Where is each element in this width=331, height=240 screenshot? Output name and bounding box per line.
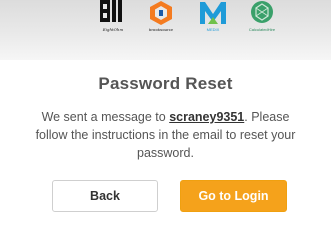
medix-logo: MEDIX — [196, 0, 230, 36]
page-title: Password Reset — [98, 74, 233, 93]
reset-message: We sent a message to scraney9351. Please… — [30, 108, 301, 162]
calculated-hire-logo: CalculatedHire — [244, 0, 280, 36]
medix-caption: MEDIX — [206, 27, 220, 32]
eight-bit-logo: EightOhm — [98, 0, 128, 36]
brooksource-logo-mark — [150, 1, 172, 25]
partner-logo-bar: EightOhm brooksource MEDIX CalculatedHir… — [0, 0, 331, 60]
go-to-login-button-label: Go to Login — [198, 189, 269, 203]
calculated-hire-logo-mark — [251, 1, 273, 23]
eight-bit-logo-mark — [100, 0, 122, 22]
username-link[interactable]: scraney9351 — [169, 110, 244, 124]
back-button[interactable]: Back — [52, 180, 158, 212]
brooksource-logo: brooksource — [144, 0, 178, 36]
calculated-hire-caption: CalculatedHire — [248, 27, 276, 32]
brooksource-caption: brooksource — [148, 27, 174, 32]
back-button-label: Back — [90, 189, 120, 203]
go-to-login-button[interactable]: Go to Login — [180, 180, 287, 212]
message-text-before: We sent a message to — [41, 110, 170, 124]
medix-logo-mark — [200, 2, 226, 24]
eight-bit-caption: EightOhm — [102, 27, 124, 32]
